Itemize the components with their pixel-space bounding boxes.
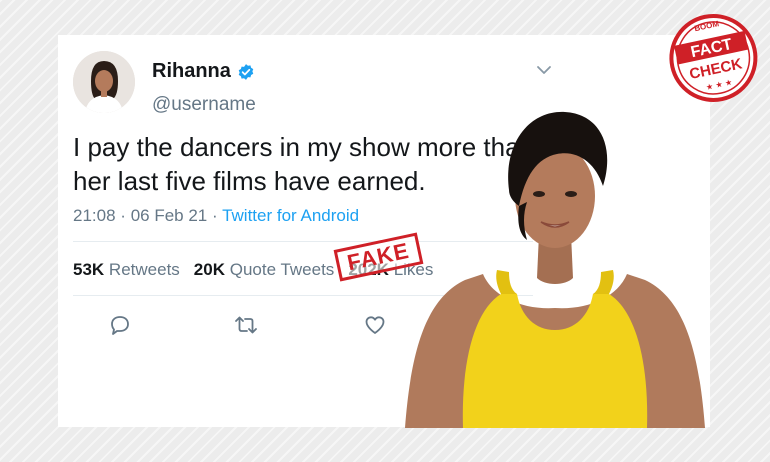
like-icon[interactable] — [363, 313, 387, 342]
tweet-source-link[interactable]: Twitter for Android — [222, 206, 359, 225]
tweet-meta: 21:08 · 06 Feb 21 · Twitter for Android — [73, 206, 359, 226]
retweets-stat[interactable]: 53K Retweets — [73, 260, 180, 279]
chevron-down-icon[interactable] — [536, 62, 552, 83]
retweets-count: 53K — [73, 260, 105, 279]
meta-separator: · — [211, 206, 218, 225]
verified-badge-icon — [237, 63, 255, 81]
user-handle[interactable]: @username — [152, 94, 256, 116]
fact-check-stamp: BOOM FACT CHECK ★ ★ ★ — [663, 6, 763, 111]
reply-icon[interactable] — [108, 313, 132, 342]
display-name[interactable]: Rihanna — [152, 60, 255, 83]
retweets-label: Retweets — [108, 260, 180, 279]
tweet-time[interactable]: 21:08 — [73, 206, 116, 225]
quote-tweets-count: 20K — [193, 260, 225, 279]
retweet-icon[interactable] — [233, 313, 259, 342]
quote-tweets-label: Quote Tweets — [229, 260, 335, 279]
tweet-date[interactable]: 06 Feb 21 — [131, 206, 208, 225]
avatar[interactable] — [73, 51, 135, 113]
display-name-text[interactable]: Rihanna — [152, 60, 231, 83]
quote-tweets-stat[interactable]: 20K Quote Tweets — [194, 260, 335, 279]
meta-separator: · — [120, 206, 126, 225]
rihanna-photo — [405, 98, 705, 433]
